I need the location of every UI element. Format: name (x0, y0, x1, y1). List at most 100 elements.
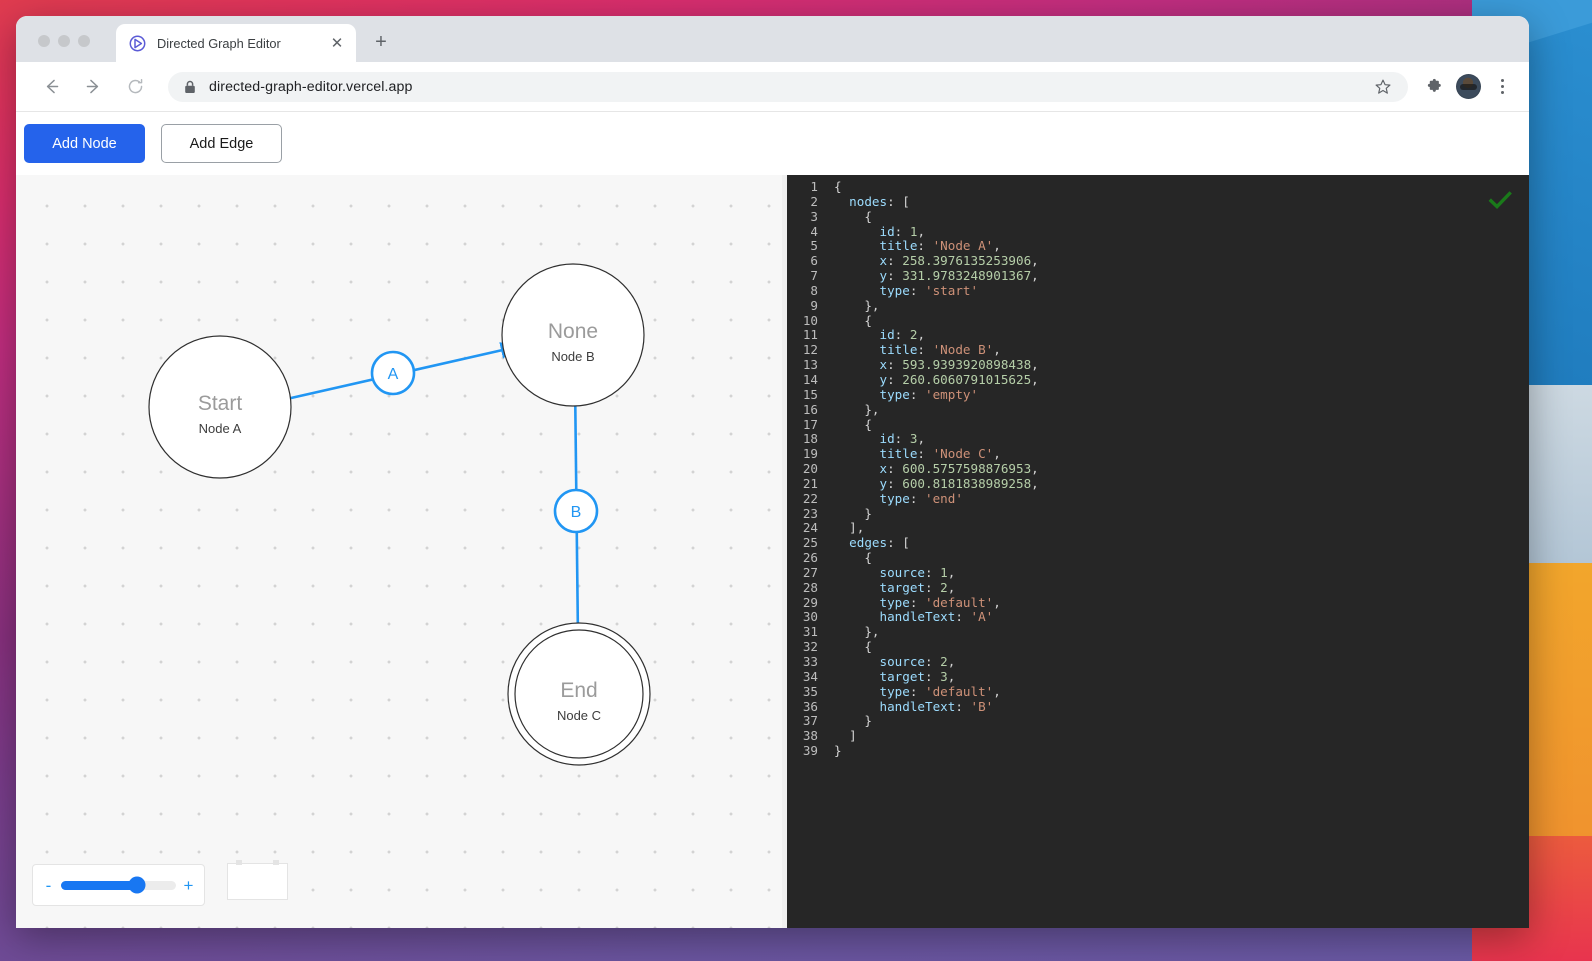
window-traffic-lights (16, 35, 90, 62)
node-title-b: None (548, 320, 598, 343)
editor-code-line: target: 2, (834, 581, 1529, 596)
editor-code-line: { (834, 640, 1529, 655)
editor-line-number: 3 (787, 210, 818, 225)
editor-line-number: 33 (787, 655, 818, 670)
editor-code-line: handleText: 'B' (834, 700, 1529, 715)
editor-line-number: 26 (787, 551, 818, 566)
editor-line-number: 12 (787, 343, 818, 358)
canvas-minimap[interactable] (227, 863, 288, 900)
editor-line-number: 23 (787, 507, 818, 522)
app-toolbar: Add Node Add Edge (16, 112, 1529, 175)
lock-icon (184, 80, 196, 94)
editor-code-line: }, (834, 299, 1529, 314)
window-close-button[interactable] (38, 35, 50, 47)
graph-svg: A B Start Node A (16, 175, 782, 928)
editor-code-line: id: 3, (834, 432, 1529, 447)
bookmark-star-icon[interactable] (1374, 78, 1392, 96)
editor-line-number: 11 (787, 328, 818, 343)
window-minimize-button[interactable] (58, 35, 70, 47)
three-dot-menu-icon[interactable] (1489, 72, 1515, 102)
editor-line-number: 16 (787, 403, 818, 418)
editor-body[interactable]: 1234567891011121314151617181920212223242… (787, 175, 1529, 928)
editor-code-line: y: 260.6060791015625, (834, 373, 1529, 388)
browser-window: Directed Graph Editor ✕ + directed-graph… (16, 16, 1529, 928)
zoom-slider-thumb[interactable] (128, 877, 145, 894)
zoom-slider[interactable] (61, 881, 176, 890)
editor-code-line: { (834, 180, 1529, 195)
editor-code-line: { (834, 210, 1529, 225)
editor-line-number: 10 (787, 314, 818, 329)
editor-code-line: } (834, 507, 1529, 522)
node-subtitle-b: Node B (551, 349, 594, 364)
editor-code-line: x: 258.3976135253906, (834, 254, 1529, 269)
editor-code-line: ] (834, 729, 1529, 744)
editor-line-number: 27 (787, 566, 818, 581)
new-tab-button[interactable]: + (368, 29, 394, 55)
editor-line-number: 13 (787, 358, 818, 373)
editor-line-number: 37 (787, 714, 818, 729)
editor-code-line: edges: [ (834, 536, 1529, 551)
editor-code-line: y: 331.9783248901367, (834, 269, 1529, 284)
reload-icon[interactable] (120, 72, 150, 102)
editor-line-number: 9 (787, 299, 818, 314)
editor-code-line: id: 2, (834, 328, 1529, 343)
window-maximize-button[interactable] (78, 35, 90, 47)
editor-code-line: type: 'default', (834, 596, 1529, 611)
address-bar[interactable]: directed-graph-editor.vercel.app (168, 72, 1408, 102)
editor-code-line: } (834, 744, 1529, 759)
editor-line-number: 38 (787, 729, 818, 744)
editor-code-line: type: 'empty' (834, 388, 1529, 403)
editor-line-number: 36 (787, 700, 818, 715)
browser-tab-strip: Directed Graph Editor ✕ + (16, 16, 1529, 62)
editor-code-line: } (834, 714, 1529, 729)
graph-edge-a[interactable]: A (269, 347, 516, 403)
directed-graph-logo-icon (129, 35, 146, 52)
browser-tab[interactable]: Directed Graph Editor ✕ (116, 24, 356, 62)
editor-line-number: 21 (787, 477, 818, 492)
editor-code-line: source: 2, (834, 655, 1529, 670)
close-icon[interactable]: ✕ (328, 34, 346, 52)
graph-node-empty[interactable]: None Node B (502, 264, 644, 406)
editor-code-line: title: 'Node B', (834, 343, 1529, 358)
graph-canvas[interactable]: A B Start Node A (16, 175, 782, 928)
editor-code-line: }, (834, 403, 1529, 418)
editor-code-line: title: 'Node C', (834, 447, 1529, 462)
back-icon[interactable] (36, 72, 66, 102)
editor-line-number: 30 (787, 610, 818, 625)
split-panes: A B Start Node A (16, 175, 1529, 928)
add-edge-button[interactable]: Add Edge (161, 124, 282, 163)
editor-code-content[interactable]: { nodes: [ { id: 1, title: 'Node A', x: … (827, 180, 1529, 928)
graph-node-end[interactable]: End Node C (508, 623, 650, 765)
editor-code-line: ], (834, 521, 1529, 536)
editor-line-number: 34 (787, 670, 818, 685)
editor-code-line: id: 1, (834, 225, 1529, 240)
editor-line-number: 39 (787, 744, 818, 759)
editor-code-line: title: 'Node A', (834, 239, 1529, 254)
editor-code-line: y: 600.8181838989258, (834, 477, 1529, 492)
zoom-slider-fill (61, 881, 137, 890)
editor-line-number: 15 (787, 388, 818, 403)
editor-line-number: 5 (787, 239, 818, 254)
editor-line-number: 32 (787, 640, 818, 655)
editor-code-line: x: 593.9393920898438, (834, 358, 1529, 373)
extensions-puzzle-icon[interactable] (1420, 72, 1450, 102)
profile-avatar[interactable] (1456, 74, 1481, 99)
add-node-button[interactable]: Add Node (24, 124, 145, 163)
editor-line-number: 14 (787, 373, 818, 388)
editor-code-line: }, (834, 625, 1529, 640)
valid-checkmark-icon (1487, 187, 1513, 213)
forward-icon[interactable] (78, 72, 108, 102)
editor-code-line: x: 600.5757598876953, (834, 462, 1529, 477)
graph-edge-b[interactable]: B (555, 380, 597, 639)
node-title-c: End (560, 679, 597, 702)
editor-line-number: 22 (787, 492, 818, 507)
browser-toolbar-right (1408, 72, 1515, 102)
graph-node-start[interactable]: Start Node A (149, 336, 291, 478)
zoom-controls[interactable]: - + (32, 864, 205, 906)
editor-code-line: { (834, 418, 1529, 433)
json-code-editor[interactable]: 1234567891011121314151617181920212223242… (782, 175, 1529, 928)
editor-line-number: 4 (787, 225, 818, 240)
zoom-in-button[interactable]: + (183, 877, 194, 894)
zoom-out-button[interactable]: - (43, 877, 54, 894)
editor-code-line: type: 'start' (834, 284, 1529, 299)
